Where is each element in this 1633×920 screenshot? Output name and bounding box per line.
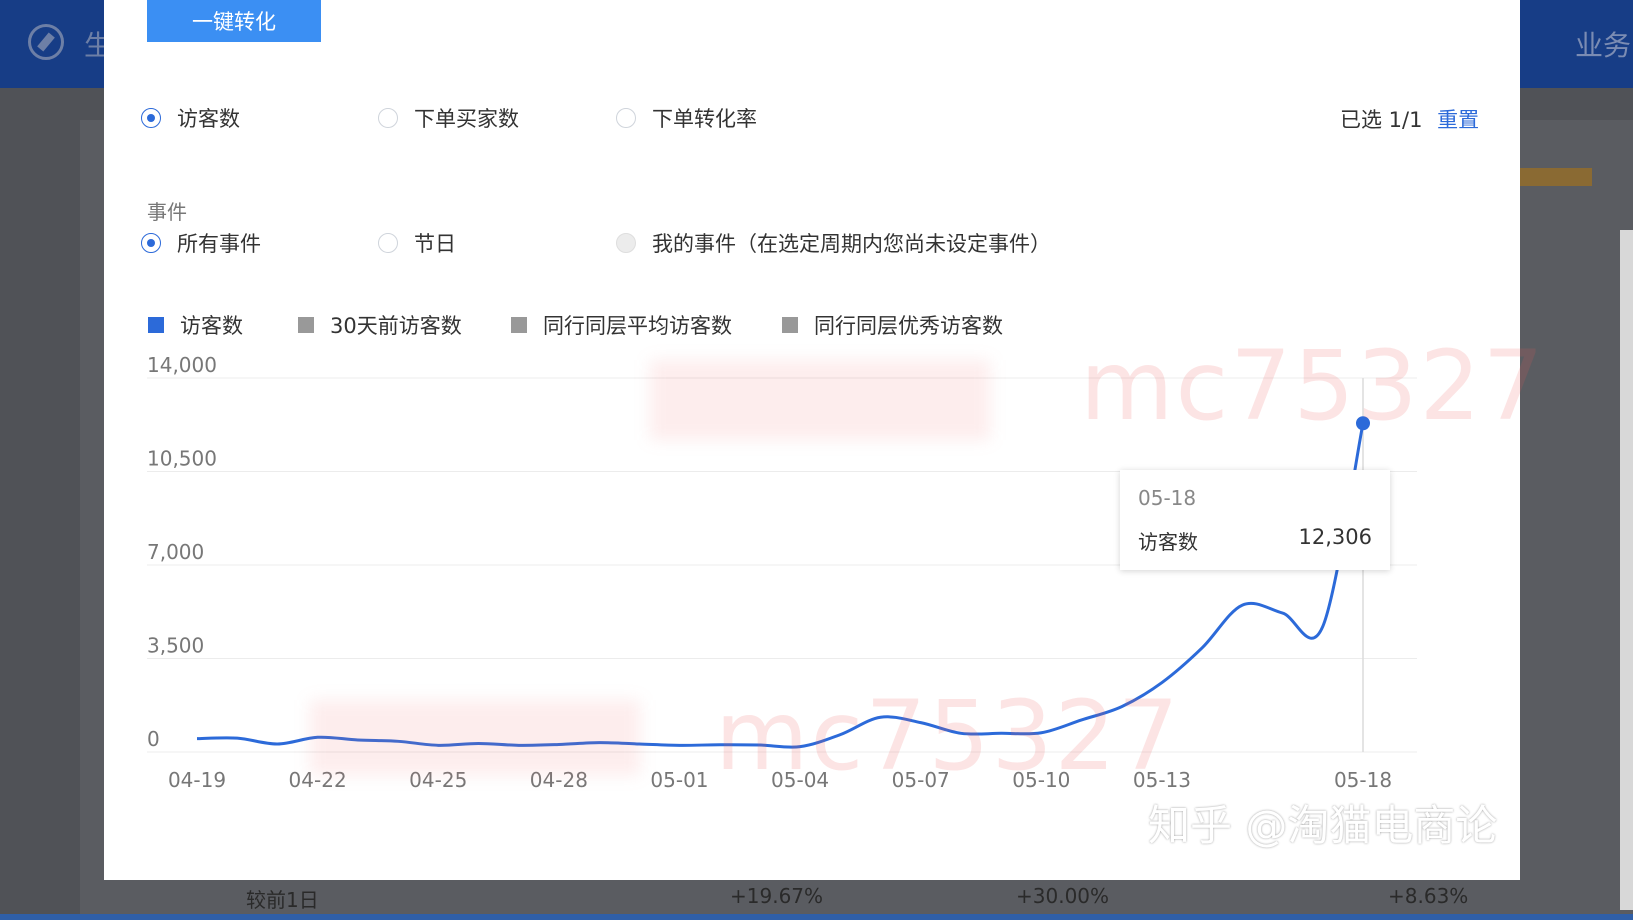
legend-label: 同行同层优秀访客数 bbox=[814, 314, 1003, 338]
footer-value-3: +8.63% bbox=[1388, 884, 1469, 908]
legend-label: 访客数 bbox=[180, 314, 243, 338]
radio-label: 下单转化率 bbox=[652, 107, 757, 131]
legend-visitors-30d[interactable]: 30天前访客数 bbox=[298, 310, 462, 340]
footer-value-2: +30.00% bbox=[1016, 884, 1110, 908]
event-section-title: 事件 bbox=[147, 200, 187, 224]
blurred-watermark bbox=[650, 360, 990, 440]
chart-tooltip: 05-18 访客数 12,306 bbox=[1120, 470, 1390, 570]
selected-text: 已选 1/1 bbox=[1340, 108, 1423, 132]
y-tick-label: 7,000 bbox=[147, 540, 204, 564]
page-scrollbar[interactable] bbox=[1620, 230, 1633, 910]
legend-label: 30天前访客数 bbox=[330, 314, 462, 338]
y-tick-label: 0 bbox=[147, 727, 160, 751]
legend-swatch bbox=[511, 317, 527, 333]
bottom-accent-line bbox=[0, 914, 1633, 920]
legend-peer-excellent[interactable]: 同行同层优秀访客数 bbox=[782, 310, 1003, 340]
reset-link[interactable]: 重置 bbox=[1437, 108, 1479, 132]
blurred-watermark bbox=[310, 700, 640, 775]
legend-swatch bbox=[148, 317, 164, 333]
selected-count: 已选 1/1 重置 bbox=[1340, 104, 1479, 134]
compass-logo-icon bbox=[28, 24, 64, 60]
radio-dot bbox=[378, 108, 398, 128]
header-nav-business[interactable]: 业务 bbox=[1575, 24, 1631, 64]
y-tick-label: 14,000 bbox=[147, 353, 217, 377]
radio-holidays[interactable]: 节日 bbox=[378, 228, 456, 258]
tooltip-date: 05-18 bbox=[1138, 486, 1197, 510]
x-tick-label: 05-18 bbox=[1334, 768, 1392, 792]
radio-label: 节日 bbox=[414, 232, 456, 256]
convert-button[interactable]: 一键转化 bbox=[147, 0, 321, 42]
radio-label: 下单买家数 bbox=[414, 107, 519, 131]
tooltip-series-name: 访客数 bbox=[1138, 530, 1198, 554]
radio-label: 访客数 bbox=[177, 107, 240, 131]
tooltip-value: 12,306 bbox=[1298, 525, 1372, 549]
radio-dot bbox=[141, 233, 161, 253]
legend-peer-average[interactable]: 同行同层平均访客数 bbox=[511, 310, 732, 340]
radio-all-events[interactable]: 所有事件 bbox=[141, 228, 261, 258]
repeat-watermark: mc75327 bbox=[1080, 330, 1546, 442]
repeat-watermark: mc75327 bbox=[715, 680, 1181, 792]
x-tick-label: 04-19 bbox=[168, 768, 226, 792]
radio-label: 所有事件 bbox=[177, 232, 261, 256]
radio-order-conversion[interactable]: 下单转化率 bbox=[616, 103, 757, 133]
zhihu-watermark: 知乎 @淘猫电商论 bbox=[1148, 801, 1498, 850]
radio-dot bbox=[141, 108, 161, 128]
legend-visitors[interactable]: 访客数 bbox=[148, 310, 243, 340]
radio-my-events: 我的事件（在选定周期内您尚未设定事件） bbox=[616, 228, 1051, 258]
radio-order-buyers[interactable]: 下单买家数 bbox=[378, 103, 519, 133]
radio-visitors[interactable]: 访客数 bbox=[141, 103, 240, 133]
footer-compare-label: 较前1日 bbox=[246, 888, 319, 912]
radio-dot bbox=[378, 233, 398, 253]
y-tick-label: 10,500 bbox=[147, 447, 217, 471]
y-tick-label: 3,500 bbox=[147, 634, 204, 658]
legend-swatch bbox=[298, 317, 314, 333]
footer-value-1: +19.67% bbox=[730, 884, 824, 908]
x-tick-label: 05-01 bbox=[650, 768, 708, 792]
legend-swatch bbox=[782, 317, 798, 333]
legend-label: 同行同层平均访客数 bbox=[543, 314, 732, 338]
background-bar bbox=[1510, 168, 1592, 186]
radio-dot bbox=[616, 108, 636, 128]
radio-label: 我的事件（在选定周期内您尚未设定事件） bbox=[652, 232, 1051, 256]
radio-dot bbox=[616, 233, 636, 253]
